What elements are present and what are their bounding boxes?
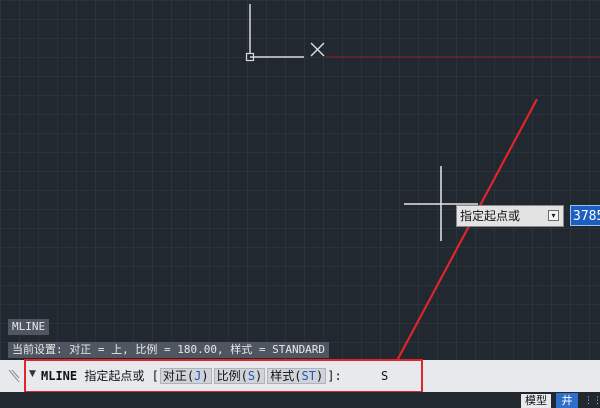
history-line-command: MLINE (8, 319, 50, 335)
ucs-icon (245, 4, 304, 62)
annotation-highlight-box (24, 359, 423, 393)
tab-model[interactable]: 模型 (521, 394, 551, 408)
more-options-icon[interactable]: ⋮⋮ (584, 394, 600, 408)
dynamic-input-tooltip: 指定起点或 ▾ (456, 205, 564, 227)
x-axis-marker-icon (310, 42, 325, 57)
command-line-grip-icon[interactable] (8, 368, 20, 384)
annotation-arrow (384, 98, 538, 382)
status-bar: 模型 井 ⋮⋮ (0, 392, 600, 408)
history-line-settings: 当前设置: 对正 = 上, 比例 = 180.00, 样式 = STANDARD (8, 342, 330, 358)
coordinate-input[interactable]: 3785 (570, 205, 600, 226)
grid-toggle-button[interactable]: 井 (556, 393, 578, 408)
options-down-arrow-icon[interactable]: ▾ (548, 210, 559, 221)
tooltip-prompt: 指定起点或 (460, 209, 521, 223)
